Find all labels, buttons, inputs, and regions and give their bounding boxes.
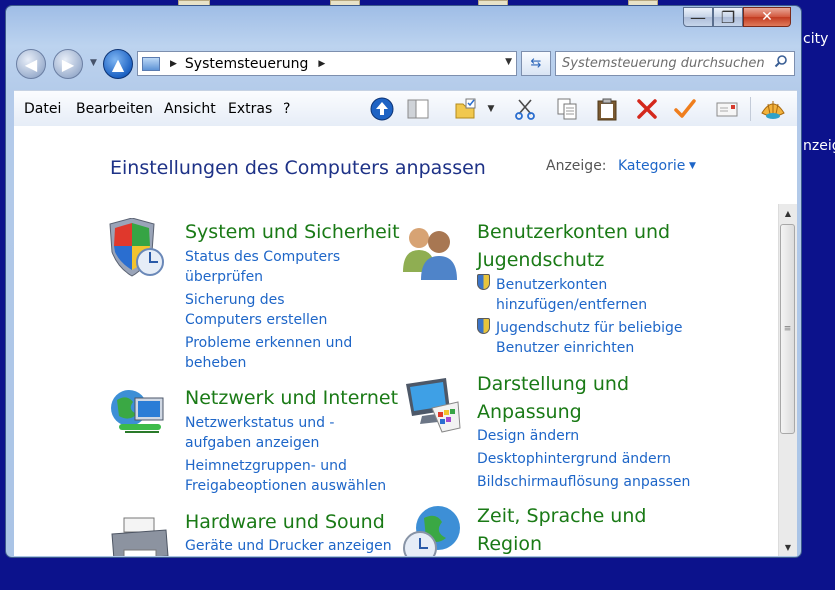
breadcrumb-separator[interactable]: ▶ [318,59,325,69]
up-icon[interactable] [369,96,395,122]
address-bar[interactable]: ▶ Systemsteuerung ▶ ▼ [137,51,517,76]
task-link[interactable]: Jugendschutz für beliebige Benutzer einr… [496,318,696,358]
task-link[interactable]: Netzwerkstatus und -aufgaben anzeigen [185,413,400,453]
menu-bearbeiten[interactable]: Bearbeiten [76,101,153,117]
shield-computer-icon[interactable] [106,217,168,284]
menu-help[interactable]: ? [283,101,290,117]
folder-options-dropdown[interactable]: ▼ [484,96,498,122]
task-link[interactable]: Probleme erkennen und beheben [185,333,355,373]
desktop-label-anzeige: nzeig [803,138,835,154]
search-input[interactable] [562,56,767,71]
users-icon[interactable] [399,220,461,286]
scroll-thumb[interactable]: ≡ [780,224,795,434]
uac-shield-icon [477,318,490,334]
category-user-accounts[interactable]: Benutzerkonten und Jugendschutz [477,218,677,274]
panel-icon[interactable] [405,96,431,122]
paste-icon[interactable] [594,96,620,122]
category-appearance[interactable]: Darstellung und Anpassung [477,370,677,426]
chevron-down-icon[interactable]: ▼ [689,161,696,171]
close-button[interactable]: ✕ [743,7,791,27]
shell-icon[interactable] [760,96,786,122]
back-button[interactable]: ◀ [16,49,46,79]
category-system-security[interactable]: System und Sicherheit [185,218,400,246]
menu-extras[interactable]: Extras [228,101,272,117]
menu-datei[interactable]: Datei [24,101,61,117]
cut-icon[interactable] [512,96,538,122]
view-label: Anzeige: [546,158,607,174]
copy-icon[interactable] [554,96,580,122]
network-icon[interactable] [107,384,169,450]
refresh-button[interactable]: ⇆ [521,51,551,76]
display-icon[interactable] [402,374,464,440]
control-panel-icon [142,56,160,71]
scroll-down-button[interactable]: ▼ [779,538,797,556]
globe-clock-icon[interactable] [402,504,464,556]
breadcrumb-separator[interactable]: ▶ [170,59,177,69]
task-link[interactable]: Desktophintergrund ändern [477,449,671,469]
printer-icon[interactable] [110,516,172,556]
uac-shield-icon [477,274,490,290]
up-button[interactable]: ▲ [103,49,133,79]
folder-icon[interactable] [453,96,479,122]
menu-toolbar: Datei Bearbeiten Ansicht Extras ? ▼ [14,90,797,126]
vertical-scrollbar[interactable]: ▲ ≡ ▼ [778,204,797,556]
forward-button[interactable]: ▶ [53,49,83,79]
desktop-label-city: city [803,31,829,47]
window-controls: — ❐ ✕ [683,7,791,29]
task-link[interactable]: Heimnetzgruppen- und Freigabeoptionen au… [185,456,400,496]
task-link[interactable]: Bildschirmauflösung anpassen [477,472,690,492]
control-panel-window: — ❐ ✕ ◀ ▶ ▼ ▲ ▶ Systemsteuerung ▶ ▼ ⇆ Da… [5,5,802,558]
view-mode-dropdown[interactable]: Kategorie [618,158,685,174]
category-time-language[interactable]: Zeit, Sprache und Region [477,502,677,556]
toolbar-separator [750,97,751,121]
check-icon[interactable] [672,96,698,122]
task-link[interactable]: Status des Computers überprüfen [185,247,355,287]
search-icon[interactable] [774,54,788,72]
mail-icon[interactable] [714,96,740,122]
menu-ansicht[interactable]: Ansicht [164,101,216,117]
control-panel-content: Einstellungen des Computers anpassen Anz… [14,126,797,556]
maximize-button[interactable]: ❐ [713,7,743,27]
address-dropdown-button[interactable]: ▼ [505,57,512,67]
breadcrumb-location[interactable]: Systemsteuerung [185,56,308,72]
delete-icon[interactable] [634,96,660,122]
task-link[interactable]: Benutzerkonten hinzufügen/entfernen [496,275,656,315]
minimize-button[interactable]: — [683,7,713,27]
task-link[interactable]: Design ändern [477,426,579,446]
category-hardware-sound[interactable]: Hardware und Sound [185,508,385,536]
search-box[interactable] [555,51,795,76]
task-link[interactable]: Sicherung des Computers erstellen [185,290,360,330]
recent-pages-dropdown[interactable]: ▼ [90,58,97,68]
task-link[interactable]: Geräte und Drucker anzeigen [185,536,392,556]
scroll-up-button[interactable]: ▲ [779,204,797,222]
page-title: Einstellungen des Computers anpassen [110,157,486,179]
category-network-internet[interactable]: Netzwerk und Internet [185,384,398,412]
